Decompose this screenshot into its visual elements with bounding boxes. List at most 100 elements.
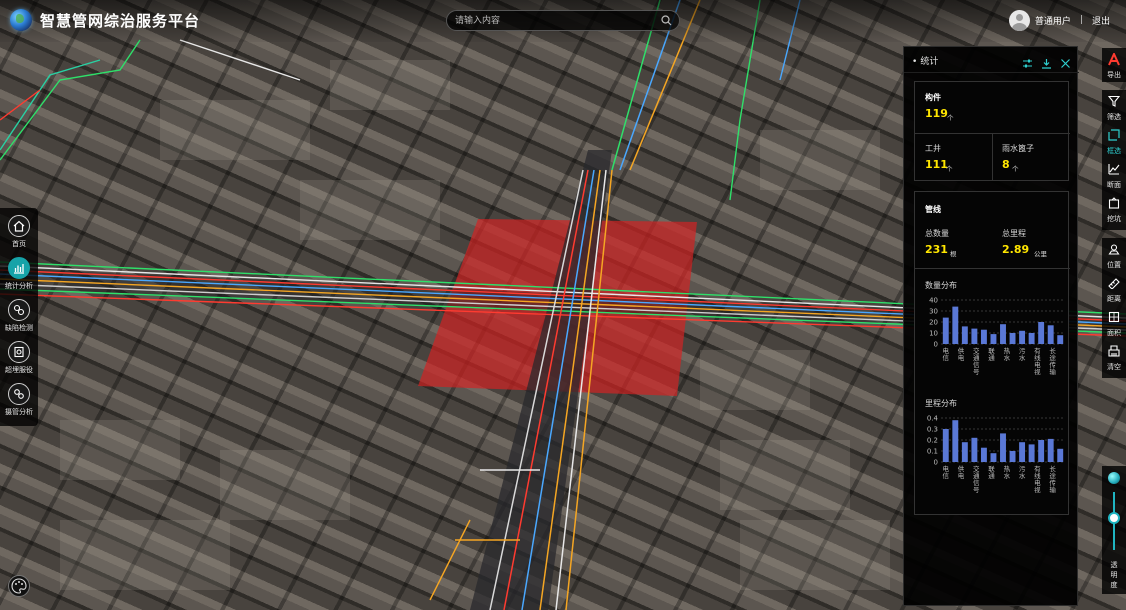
analysis-icon xyxy=(8,383,30,405)
location-icon xyxy=(1108,244,1120,255)
component-unit: 个 xyxy=(946,165,953,173)
location-button[interactable]: 位置 xyxy=(1102,238,1126,272)
globe-logo-icon xyxy=(10,9,32,31)
bar xyxy=(1000,433,1006,462)
x-tick-label: 污水 xyxy=(1019,347,1026,362)
toolbar-item-statistics[interactable]: 统计分析 xyxy=(0,254,38,296)
x-tick-label: 污水 xyxy=(1019,465,1026,480)
pipeline-length-unit: 公里 xyxy=(1034,250,1047,258)
y-tick-label: 10 xyxy=(929,330,938,338)
stats-panel-tools xyxy=(1022,54,1071,69)
toolbar-item-service[interactable]: 超埋服役 xyxy=(0,338,38,380)
distance-label: 距离 xyxy=(1107,295,1121,303)
toolbar-item-label: 摄管分析 xyxy=(5,408,33,416)
divider xyxy=(915,268,1070,269)
excavate-icon xyxy=(1108,197,1120,209)
top-header: 智慧管网综治服务平台 普通用户 | 退出 xyxy=(0,0,1126,42)
export-button[interactable]: 导出 xyxy=(1102,48,1126,82)
bar xyxy=(1038,322,1045,344)
components-total-unit: 个 xyxy=(947,114,954,122)
y-tick-label: 0 xyxy=(934,459,938,467)
bar xyxy=(1057,335,1064,344)
excavate-button[interactable]: 挖坑 xyxy=(1102,192,1126,226)
x-tick-label: 有线电视 xyxy=(1034,346,1041,376)
avatar[interactable] xyxy=(1008,9,1030,31)
palette-button[interactable] xyxy=(8,575,30,597)
bar xyxy=(1009,451,1016,462)
tool-group-2: 位置 距离 面积 清空 xyxy=(1102,238,1126,378)
x-tick-label: 长途传输 xyxy=(1049,464,1056,494)
components-card: 构件 119 个 工井 111 个 雨水篦子 8 个 xyxy=(914,81,1070,181)
search-icon[interactable] xyxy=(661,15,672,26)
component-value: 8 xyxy=(1002,158,1010,171)
bar xyxy=(990,334,997,344)
filter-button[interactable]: 筛选 xyxy=(1102,90,1126,124)
y-tick-label: 0.3 xyxy=(927,426,938,434)
stats-panel: 统计 构件 119 个 工井 111 个 雨水篦子 8 个 管线 总数量 231 xyxy=(903,46,1079,606)
bar xyxy=(990,453,997,462)
bar xyxy=(952,420,959,462)
bar xyxy=(1028,333,1035,344)
y-tick-label: 0.1 xyxy=(927,448,938,456)
toolbar-item-label: 缺陷检测 xyxy=(5,324,33,332)
user-name[interactable]: 普通用户 xyxy=(1035,14,1071,27)
count-distribution-chart: 0 10 20 30 40 电信供电 交通信号 联通热水污水 有线电视 长途传输 xyxy=(929,297,1065,376)
pipeline-card: 管线 总数量 231 根 总里程 2.89 公里 数量分布 0 10 20 30 40 电… xyxy=(914,191,1070,515)
divider xyxy=(992,133,993,181)
bar xyxy=(1047,438,1054,462)
box-select-icon xyxy=(1108,129,1120,141)
component-unit: 个 xyxy=(1012,165,1019,173)
x-tick-label: 有线电视 xyxy=(1034,464,1041,494)
x-tick-label: 交通信号 xyxy=(973,464,980,494)
close-icon[interactable] xyxy=(1060,54,1071,68)
export-group: 导出 xyxy=(1102,48,1126,82)
toolbar-item-home[interactable]: 首页 xyxy=(0,212,38,254)
download-icon[interactable] xyxy=(1041,54,1052,69)
toolbar-item-label: 首页 xyxy=(12,240,26,248)
length-distribution-chart: 0 0.1 0.2 0.3 0.4 电信供电 交通信号 联通热水污水 有线电视 长途传输 xyxy=(927,415,1065,494)
distance-icon xyxy=(1108,278,1120,289)
export-label: 导出 xyxy=(1107,71,1121,79)
defect-icon xyxy=(8,299,30,321)
home-icon xyxy=(8,215,30,237)
opacity-slider-handle[interactable] xyxy=(1108,512,1120,525)
bar xyxy=(1057,448,1064,462)
filter-label: 筛选 xyxy=(1107,113,1121,121)
section-button[interactable]: 断面 xyxy=(1102,158,1126,192)
chart-icon xyxy=(8,257,30,279)
location-label: 位置 xyxy=(1107,261,1121,269)
x-tick-label: 电信 xyxy=(943,464,950,480)
settings-sliders-icon[interactable] xyxy=(1022,54,1033,68)
box-select-button[interactable]: 框选 xyxy=(1102,124,1126,158)
area-button[interactable]: 面积 xyxy=(1102,306,1126,340)
y-tick-label: 0.4 xyxy=(927,415,939,423)
y-tick-label: 0 xyxy=(934,341,938,349)
section-label: 断面 xyxy=(1107,181,1121,189)
opacity-label: 透明度 xyxy=(1110,561,1118,589)
bar xyxy=(952,306,959,344)
left-toolbar: 首页 统计分析 缺陷检测 超埋服役 摄管分析 xyxy=(0,208,38,426)
search-input[interactable] xyxy=(455,13,655,28)
distance-button[interactable]: 距离 xyxy=(1102,272,1126,306)
opacity-globe-icon xyxy=(1108,472,1120,484)
x-tick-label: 长途传输 xyxy=(1049,346,1056,376)
pipeline-length-label: 总里程 xyxy=(1002,229,1026,238)
export-icon xyxy=(1108,53,1120,66)
bar xyxy=(1038,440,1045,462)
logout-link[interactable]: 退出 xyxy=(1092,14,1110,27)
components-total: 119 xyxy=(925,107,948,120)
x-tick-label: 供电 xyxy=(958,464,965,480)
bar xyxy=(971,328,978,344)
bar xyxy=(961,326,968,344)
toolbar-item-label: 超埋服役 xyxy=(5,366,33,374)
component-label: 雨水篦子 xyxy=(1002,144,1034,153)
clear-button[interactable]: 清空 xyxy=(1102,340,1126,374)
component-label: 工井 xyxy=(925,144,941,153)
y-tick-label: 0.2 xyxy=(927,437,938,445)
x-tick-label: 联通 xyxy=(988,346,995,362)
search-box[interactable] xyxy=(446,10,680,31)
x-tick-label: 供电 xyxy=(958,346,965,362)
toolbar-item-defect[interactable]: 缺陷检测 xyxy=(0,296,38,338)
toolbar-item-analysis[interactable]: 摄管分析 xyxy=(0,380,38,422)
bar xyxy=(1047,325,1054,344)
